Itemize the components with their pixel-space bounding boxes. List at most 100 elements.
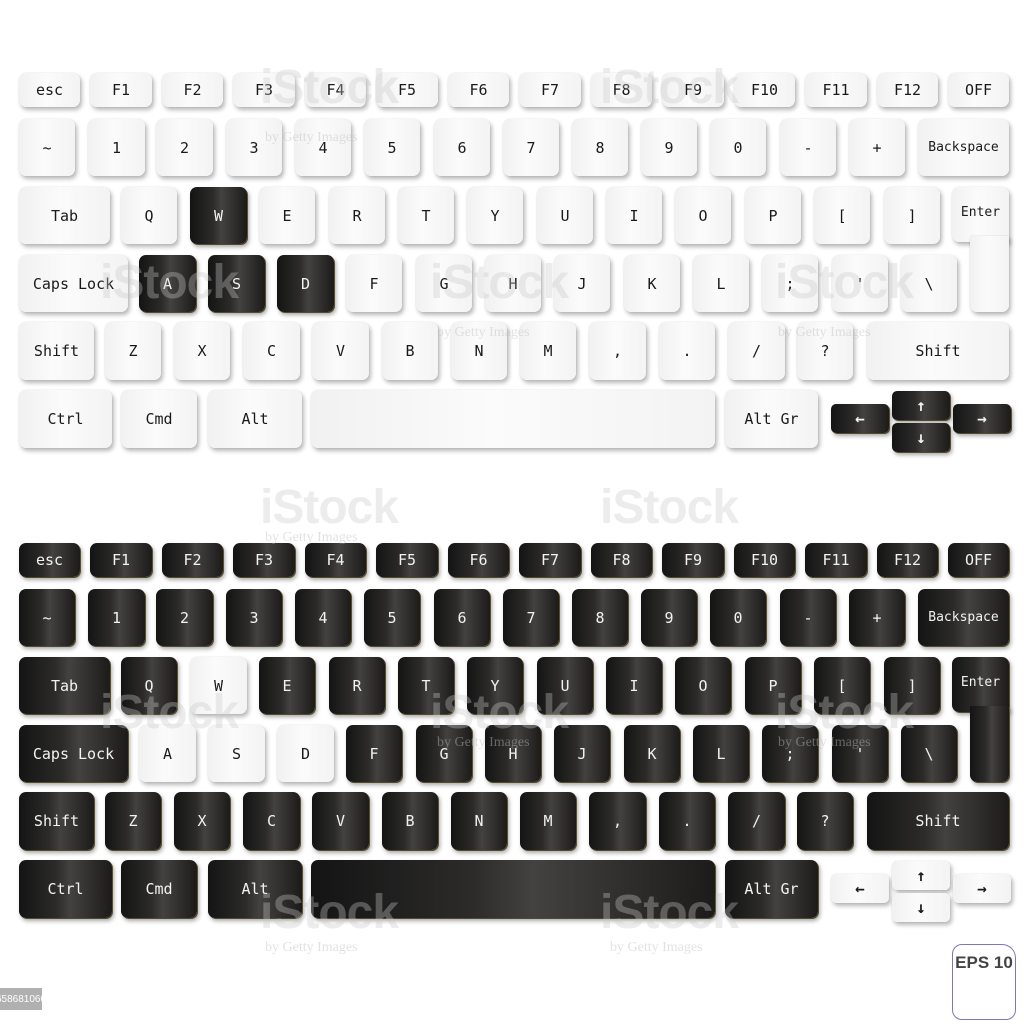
key-arrow-left[interactable]: ← — [831, 404, 889, 433]
key-k[interactable]: K — [624, 255, 680, 312]
key-s[interactable]: S — [208, 255, 265, 312]
key-alt[interactable]: Alt — [208, 390, 302, 448]
key-4[interactable]: 4 — [295, 589, 351, 646]
key-f3[interactable]: F3 — [233, 543, 295, 577]
key-c[interactable]: C — [243, 322, 300, 380]
key-f9[interactable]: F9 — [662, 543, 724, 577]
key-l[interactable]: L — [693, 725, 749, 782]
key-caps-lock[interactable]: Caps Lock — [19, 725, 128, 782]
key-semicolon[interactable]: ; — [762, 725, 818, 782]
key-f9[interactable]: F9 — [662, 73, 724, 107]
key-7[interactable]: 7 — [503, 119, 559, 176]
key-arrow-right[interactable]: → — [953, 404, 1011, 433]
key-m[interactable]: M — [520, 792, 576, 850]
key-f2[interactable]: F2 — [162, 543, 223, 577]
key-3[interactable]: 3 — [226, 589, 282, 646]
key-backslash[interactable]: \ — [901, 255, 957, 312]
key-left-bracket[interactable]: [ — [814, 187, 870, 244]
key-right-bracket[interactable]: ] — [884, 187, 940, 244]
key-backspace[interactable]: Backspace — [918, 119, 1009, 176]
key-f[interactable]: F — [346, 255, 402, 312]
key-i[interactable]: I — [606, 187, 662, 244]
key-p[interactable]: P — [745, 657, 801, 714]
key-slash[interactable]: / — [728, 792, 785, 850]
key-f4[interactable]: F4 — [305, 73, 366, 107]
key-f11[interactable]: F11 — [805, 73, 867, 107]
key-arrow-right[interactable]: → — [953, 874, 1011, 903]
key-comma[interactable]: , — [589, 322, 646, 380]
key-f5[interactable]: F5 — [376, 73, 438, 107]
key-d[interactable]: D — [277, 255, 334, 312]
key-y[interactable]: Y — [467, 187, 523, 244]
key-6[interactable]: 6 — [434, 119, 490, 176]
key-left-bracket[interactable]: [ — [814, 657, 870, 714]
key-right-shift[interactable]: Shift — [867, 792, 1009, 850]
key-f1[interactable]: F1 — [90, 543, 152, 577]
key-quote[interactable]: ' — [832, 255, 888, 312]
key-tilde[interactable]: ~ — [19, 589, 75, 646]
key-f10[interactable]: F10 — [734, 543, 795, 577]
key-0[interactable]: 0 — [710, 119, 766, 176]
key-c[interactable]: C — [243, 792, 300, 850]
key-z[interactable]: Z — [105, 322, 161, 380]
key-8[interactable]: 8 — [572, 119, 628, 176]
key-f7[interactable]: F7 — [519, 543, 581, 577]
key-f2[interactable]: F2 — [162, 73, 223, 107]
key-enter[interactable]: Enter — [952, 657, 1009, 712]
key-x[interactable]: X — [174, 322, 230, 380]
key-slash[interactable]: / — [728, 322, 785, 380]
key-g[interactable]: G — [416, 255, 472, 312]
key-t[interactable]: T — [398, 187, 454, 244]
key-cmd[interactable]: Cmd — [121, 860, 197, 918]
key-1[interactable]: 1 — [88, 119, 145, 176]
key-enter-stem[interactable] — [970, 236, 1009, 312]
key-minus[interactable]: - — [780, 589, 836, 646]
key-quote[interactable]: ' — [832, 725, 888, 782]
key-m[interactable]: M — [520, 322, 576, 380]
key-caps-lock[interactable]: Caps Lock — [19, 255, 128, 312]
key-question[interactable]: ? — [797, 792, 853, 850]
key-7[interactable]: 7 — [503, 589, 559, 646]
key-space[interactable] — [311, 390, 715, 448]
key-p[interactable]: P — [745, 187, 801, 244]
key-u[interactable]: U — [537, 187, 593, 244]
key-ctrl[interactable]: Ctrl — [19, 860, 112, 918]
key-f8[interactable]: F8 — [591, 543, 652, 577]
key-arrow-left[interactable]: ← — [831, 874, 889, 903]
key-i[interactable]: I — [606, 657, 662, 714]
key-6[interactable]: 6 — [434, 589, 490, 646]
key-u[interactable]: U — [537, 657, 593, 714]
key-enter-stem[interactable] — [970, 706, 1009, 782]
key-j[interactable]: J — [554, 725, 610, 782]
key-plus[interactable]: + — [849, 589, 905, 646]
key-n[interactable]: N — [451, 792, 507, 850]
key-arrow-down[interactable]: ↓ — [892, 893, 950, 922]
key-off[interactable]: OFF — [948, 73, 1009, 107]
key-8[interactable]: 8 — [572, 589, 628, 646]
key-comma[interactable]: , — [589, 792, 646, 850]
key-space[interactable] — [311, 860, 715, 918]
key-alt-gr[interactable]: Alt Gr — [725, 860, 818, 918]
key-f8[interactable]: F8 — [591, 73, 652, 107]
key-v[interactable]: V — [312, 792, 369, 850]
key-s[interactable]: S — [208, 725, 265, 782]
key-a[interactable]: A — [139, 255, 196, 312]
key-f6[interactable]: F6 — [448, 543, 509, 577]
key-left-shift[interactable]: Shift — [19, 322, 94, 380]
key-o[interactable]: O — [675, 187, 731, 244]
key-backspace[interactable]: Backspace — [918, 589, 1009, 646]
key-f1[interactable]: F1 — [90, 73, 152, 107]
key-0[interactable]: 0 — [710, 589, 766, 646]
key-f7[interactable]: F7 — [519, 73, 581, 107]
key-t[interactable]: T — [398, 657, 454, 714]
key-period[interactable]: . — [659, 792, 715, 850]
key-e[interactable]: E — [259, 657, 315, 714]
key-f12[interactable]: F12 — [877, 73, 938, 107]
key-f3[interactable]: F3 — [233, 73, 295, 107]
key-arrow-up[interactable]: ↑ — [892, 391, 950, 420]
key-off[interactable]: OFF — [948, 543, 1009, 577]
key-q[interactable]: Q — [121, 657, 177, 714]
key-f11[interactable]: F11 — [805, 543, 867, 577]
key-a[interactable]: A — [139, 725, 196, 782]
key-4[interactable]: 4 — [295, 119, 351, 176]
